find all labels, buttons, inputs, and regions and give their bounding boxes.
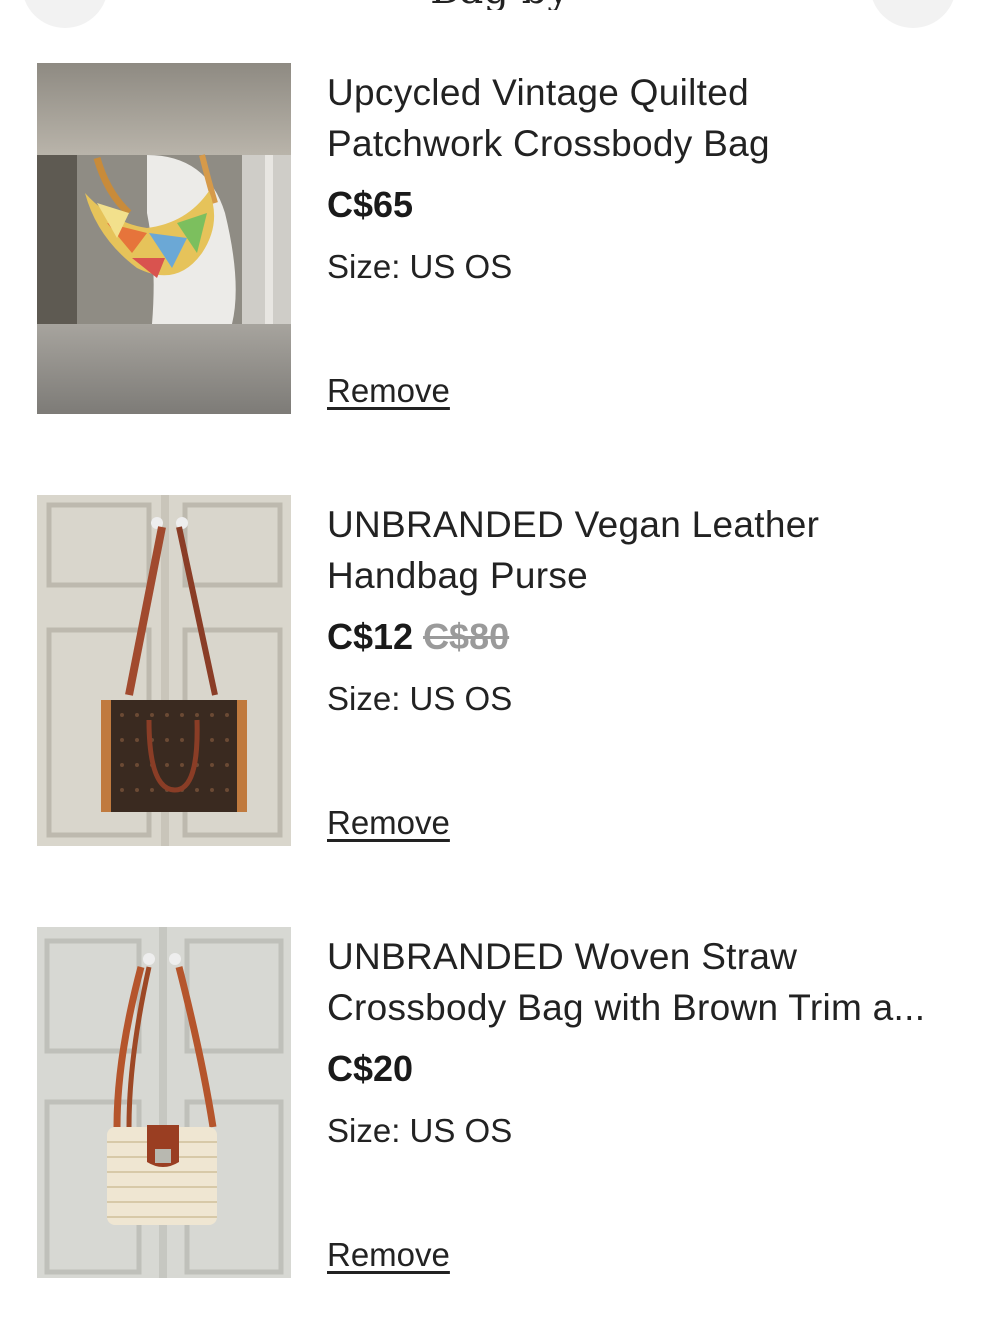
- item-price: C$65: [327, 184, 414, 225]
- patchwork-crossbody-bag-photo-icon: [37, 63, 291, 414]
- vegan-leather-handbag-photo-icon: [37, 495, 291, 846]
- woven-straw-bag-image[interactable]: [37, 927, 291, 1278]
- price-row: C$20: [327, 1047, 413, 1091]
- item-title[interactable]: UNBRANDED Woven Straw Crossbody Bag with …: [327, 931, 967, 1033]
- vegan-leather-bag-image[interactable]: [37, 495, 291, 846]
- item-price: C$12: [327, 616, 414, 657]
- list-item[interactable]: UNBRANDED Vegan Leather Handbag Purse C$1…: [37, 495, 977, 847]
- list-item[interactable]: Upcycled Vintage Quilted Patchwork Crossb…: [37, 63, 977, 415]
- remove-link[interactable]: Remove: [327, 1234, 450, 1276]
- price-row: C$12 C$80: [327, 615, 509, 659]
- item-title-line-2[interactable]: Crossbody Bag with Brown Trim a...: [327, 987, 925, 1028]
- patchwork-bag-image[interactable]: [37, 63, 291, 414]
- woven-straw-crossbody-bag-photo-icon: [37, 927, 291, 1278]
- item-info: Upcycled Vintage Quilted Patchwork Crossb…: [327, 63, 967, 414]
- item-info: UNBRANDED Vegan Leather Handbag Purse C$1…: [327, 495, 967, 846]
- item-title-line-2[interactable]: Patchwork Crossbody Bag: [327, 123, 770, 164]
- item-title[interactable]: Upcycled Vintage Quilted Patchwork Crossb…: [327, 67, 967, 169]
- item-title-line-1[interactable]: Upcycled Vintage Quilted: [327, 72, 749, 113]
- page-title: Bag by: [250, 0, 750, 10]
- remove-link[interactable]: Remove: [327, 370, 450, 412]
- back-button[interactable]: [22, 0, 108, 28]
- item-size: Size: US OS: [327, 1112, 513, 1149]
- item-original-price: C$80: [423, 616, 510, 657]
- item-price: C$20: [327, 1048, 414, 1089]
- item-title-line-2[interactable]: Handbag Purse: [327, 555, 588, 596]
- item-title[interactable]: UNBRANDED Vegan Leather Handbag Purse: [327, 499, 967, 601]
- item-size: Size: US OS: [327, 680, 513, 717]
- price-row: C$65: [327, 183, 413, 227]
- list-item[interactable]: UNBRANDED Woven Straw Crossbody Bag with …: [37, 927, 977, 1279]
- bundle-page: Bag by: [0, 0, 1000, 1333]
- remove-link[interactable]: Remove: [327, 802, 450, 844]
- item-info: UNBRANDED Woven Straw Crossbody Bag with …: [327, 927, 967, 1278]
- more-options-button[interactable]: [870, 0, 956, 28]
- item-size: Size: US OS: [327, 248, 513, 285]
- item-title-line-1[interactable]: UNBRANDED Woven Straw: [327, 936, 797, 977]
- item-title-line-1[interactable]: UNBRANDED Vegan Leather: [327, 504, 819, 545]
